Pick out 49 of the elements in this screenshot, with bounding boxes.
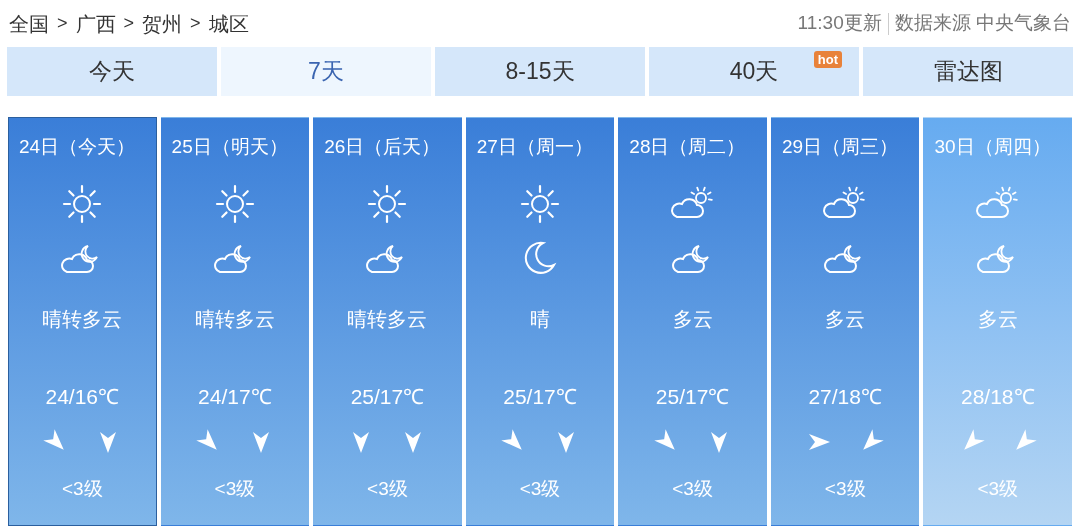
day-card[interactable]: 28日（周二） 多云 25/17℃ <3级 (618, 117, 767, 526)
temperature: 27/18℃ (808, 383, 882, 410)
tab[interactable]: 雷达图 (863, 47, 1073, 96)
day-card[interactable]: 25日（明天） 晴转多云 24/17℃ <3级 (160, 117, 310, 526)
hot-badge: hot (813, 51, 842, 68)
weather-text: 晴转多云 (42, 306, 123, 332)
temperature: 25/17℃ (350, 383, 425, 410)
breadcrumb-link[interactable]: 全国 (9, 8, 49, 39)
weather-text: 多云 (672, 306, 713, 332)
weather-text: 晴转多云 (194, 306, 275, 332)
temperature: 25/17℃ (503, 383, 577, 410)
tab[interactable]: 7天 (221, 47, 431, 96)
day-card[interactable]: 27日（周一） 晴 25/17℃ <3级 (465, 117, 615, 526)
weather-text: 多云 (825, 306, 866, 332)
weather-text: 晴转多云 (347, 306, 428, 332)
wind-level: <3级 (672, 477, 713, 501)
temperature: 28/18℃ (960, 383, 1035, 410)
day-date: 26日（后天） (323, 135, 441, 159)
temperature: 24/16℃ (45, 383, 120, 410)
day-date: 28日（周二） (628, 135, 746, 159)
day-card[interactable]: 26日（后天） 晴转多云 25/17℃ <3级 (313, 117, 462, 526)
temperature: 25/17℃ (655, 383, 730, 410)
tab[interactable]: 今天 (7, 47, 217, 96)
wind-level: <3级 (214, 477, 256, 501)
temperature: 24/17℃ (198, 383, 272, 410)
wind-level: <3级 (519, 477, 561, 501)
tab[interactable]: 40天 hot (649, 47, 859, 96)
day-card[interactable]: 24日（今天） 晴转多云 24/16℃ <3级 (8, 117, 157, 526)
wind-level: <3级 (824, 477, 866, 501)
breadcrumb-link[interactable]: 城区 (208, 8, 249, 39)
breadcrumb-separator: > (123, 12, 135, 35)
breadcrumb-separator: > (190, 12, 201, 35)
breadcrumb-link[interactable]: 广西 (75, 8, 116, 39)
day-date: 30日（周四） (933, 135, 1051, 159)
tab[interactable]: 8-15天 (435, 47, 645, 96)
data-source: 数据来源 中央气象台 (894, 11, 1071, 36)
day-date: 27日（周一） (475, 135, 593, 159)
breadcrumb-separator: > (57, 12, 68, 35)
day-date: 29日（周三） (780, 135, 899, 159)
day-card[interactable]: 29日（周三） 多云 27/18℃ <3级 (770, 117, 920, 526)
day-date: 25日（明天） (170, 135, 288, 159)
wind-level: <3级 (61, 477, 103, 501)
weather-text: 晴 (530, 306, 550, 332)
wind-level: <3级 (367, 477, 408, 501)
weather-text: 多云 (977, 306, 1018, 332)
update-time: 11:30更新 (797, 11, 882, 36)
breadcrumb-link[interactable]: 贺州 (142, 8, 183, 39)
wind-level: <3级 (977, 477, 1019, 501)
day-date: 24日（今天） (18, 135, 136, 159)
